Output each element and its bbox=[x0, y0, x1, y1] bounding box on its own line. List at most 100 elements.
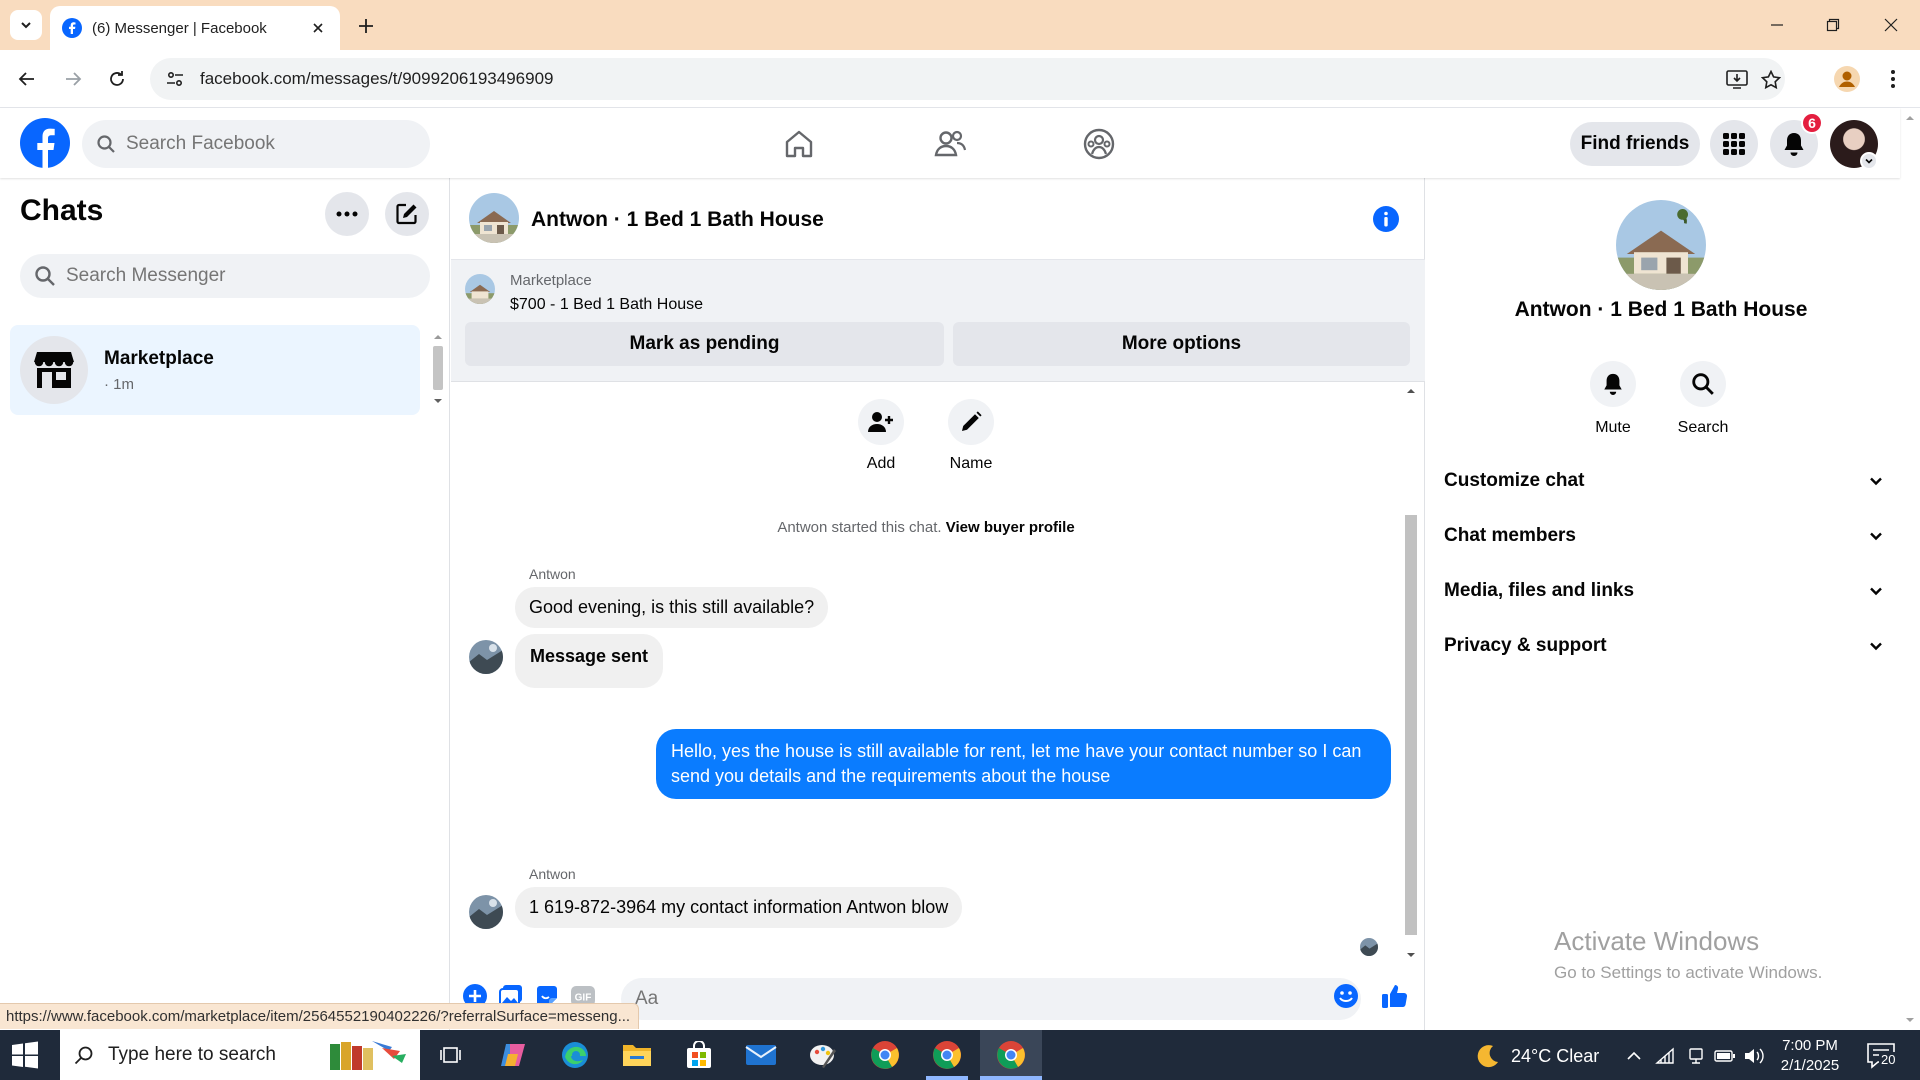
add-label: Add bbox=[866, 455, 896, 472]
close-window-button[interactable] bbox=[1876, 10, 1906, 40]
thread-scrollbar[interactable] bbox=[1402, 383, 1420, 963]
chats-scrollbar[interactable] bbox=[430, 328, 446, 410]
chat-list-item[interactable]: Marketplace · 1m bbox=[10, 325, 420, 415]
scrollbar-thumb[interactable] bbox=[1405, 515, 1417, 935]
customize-chat-section[interactable]: Customize chat bbox=[1444, 461, 1884, 501]
tray-battery[interactable] bbox=[1714, 1045, 1736, 1067]
taskbar-file-explorer[interactable] bbox=[620, 1038, 654, 1072]
taskbar-news-widget[interactable] bbox=[322, 1038, 412, 1072]
forward-button[interactable] bbox=[58, 64, 88, 94]
weather-widget[interactable]: 24°C Clear bbox=[1475, 1043, 1599, 1069]
browser-tab[interactable]: (6) Messenger | Facebook bbox=[50, 6, 340, 50]
chats-options-button[interactable] bbox=[325, 192, 369, 236]
install-app-button[interactable] bbox=[1725, 68, 1749, 92]
taskbar-mail[interactable] bbox=[744, 1038, 778, 1072]
more-horizontal-icon bbox=[336, 211, 358, 217]
edit-name-button[interactable] bbox=[948, 399, 994, 445]
scrollbar-thumb[interactable] bbox=[433, 346, 443, 390]
tray-network[interactable] bbox=[1654, 1045, 1676, 1067]
messenger-search[interactable] bbox=[20, 254, 430, 298]
menu-button[interactable] bbox=[1710, 120, 1758, 168]
section-label: Media, files and links bbox=[1444, 580, 1635, 601]
message-thread[interactable]: Add Name Antwon started this chat. View … bbox=[451, 383, 1401, 963]
nav-friends[interactable] bbox=[928, 122, 972, 166]
messenger-search-input[interactable] bbox=[66, 265, 386, 287]
message-sent-bubble[interactable]: Message sent bbox=[515, 634, 664, 688]
taskbar-paint[interactable] bbox=[806, 1038, 840, 1072]
restore-icon bbox=[1826, 18, 1840, 32]
outgoing-message-bubble[interactable]: Hello, yes the house is still available … bbox=[656, 729, 1391, 799]
tab-close-button[interactable] bbox=[308, 18, 328, 38]
windows-start-icon[interactable] bbox=[10, 1040, 40, 1070]
privacy-support-section[interactable]: Privacy & support bbox=[1444, 626, 1884, 666]
conversation-header: Antwon · 1 Bed 1 Bath House bbox=[451, 178, 1425, 260]
conversation-avatar[interactable] bbox=[469, 193, 519, 243]
tray-meet-now[interactable] bbox=[1685, 1045, 1707, 1067]
add-people-button[interactable] bbox=[858, 399, 904, 445]
facebook-search[interactable] bbox=[82, 120, 430, 168]
page-scrollbar[interactable] bbox=[1900, 108, 1920, 1030]
show-hidden-icons-button[interactable] bbox=[1623, 1045, 1645, 1067]
reload-button[interactable] bbox=[102, 64, 132, 94]
back-button[interactable] bbox=[12, 64, 42, 94]
taskbar-edge[interactable] bbox=[558, 1038, 592, 1072]
incoming-message-bubble[interactable]: 1 619-872-3964 my contact information An… bbox=[515, 887, 963, 928]
taskbar-chrome-1[interactable] bbox=[868, 1038, 902, 1072]
emoji-button[interactable] bbox=[1332, 982, 1360, 1010]
message-sender-name: Antwon bbox=[529, 866, 576, 882]
chat-info-avatar[interactable] bbox=[1616, 200, 1706, 290]
address-bar[interactable]: facebook.com/messages/t/9099206193496909 bbox=[150, 58, 1785, 100]
tab-search-button[interactable] bbox=[10, 10, 42, 40]
task-view-button[interactable] bbox=[433, 1038, 467, 1072]
nav-groups[interactable] bbox=[1077, 122, 1121, 166]
search-circle[interactable] bbox=[1680, 361, 1726, 407]
browser-menu-button[interactable] bbox=[1880, 66, 1906, 92]
sender-photo-icon bbox=[1360, 938, 1378, 956]
watermark-subtitle: Go to Settings to activate Windows. bbox=[1554, 963, 1823, 982]
new-tab-button[interactable] bbox=[352, 12, 380, 40]
chat-info-name: Antwon · 1 Bed 1 Bath House bbox=[1514, 298, 1808, 321]
minimize-window-button[interactable] bbox=[1762, 10, 1792, 40]
bookmark-button[interactable] bbox=[1759, 68, 1783, 92]
sender-avatar[interactable] bbox=[469, 895, 503, 929]
conversation-title[interactable]: Antwon · 1 Bed 1 Bath House bbox=[531, 208, 824, 232]
weather-text: 24°C Clear bbox=[1511, 1045, 1600, 1066]
info-icon[interactable] bbox=[1372, 205, 1400, 233]
listing-thumbnail[interactable] bbox=[465, 274, 495, 304]
install-icon bbox=[1726, 70, 1748, 89]
mark-as-pending-button[interactable]: Mark as pending bbox=[465, 322, 944, 366]
copilot-icon bbox=[501, 1044, 525, 1066]
site-settings-icon[interactable] bbox=[166, 70, 184, 88]
facebook-logo-icon[interactable] bbox=[20, 118, 70, 168]
taskbar-clock[interactable]: 7:00 PM 2/1/2025 bbox=[1765, 1036, 1855, 1076]
taskbar-chrome-3[interactable] bbox=[994, 1038, 1028, 1072]
media-files-links-section[interactable]: Media, files and links bbox=[1444, 571, 1884, 611]
taskbar-store[interactable] bbox=[682, 1038, 716, 1072]
more-options-button[interactable]: More options bbox=[953, 322, 1410, 366]
close-icon bbox=[1884, 18, 1898, 32]
sender-avatar[interactable] bbox=[469, 640, 503, 674]
mute-circle[interactable] bbox=[1590, 361, 1636, 407]
new-message-button[interactable] bbox=[385, 192, 429, 236]
restore-window-button[interactable] bbox=[1818, 10, 1848, 40]
nav-home[interactable] bbox=[777, 122, 821, 166]
account-menu-chevron[interactable] bbox=[1860, 152, 1878, 170]
incoming-message-bubble[interactable]: Good evening, is this still available? bbox=[515, 587, 829, 628]
view-buyer-profile-link[interactable]: View buyer profile bbox=[946, 519, 1075, 536]
taskbar-chrome-2[interactable] bbox=[930, 1038, 964, 1072]
send-like-button[interactable] bbox=[1381, 982, 1409, 1010]
find-friends-button[interactable]: Find friends bbox=[1570, 122, 1700, 166]
listing-title-price[interactable]: $700 - 1 Bed 1 Bath House bbox=[510, 296, 703, 314]
profile-icon bbox=[1834, 66, 1860, 92]
search-in-conversation-button[interactable]: Search bbox=[1658, 361, 1748, 437]
chat-started-notice: Antwon started this chat. View buyer pro… bbox=[451, 519, 1401, 536]
tray-volume[interactable] bbox=[1743, 1045, 1765, 1067]
chat-members-section[interactable]: Chat members bbox=[1444, 516, 1884, 556]
facebook-search-input[interactable] bbox=[126, 133, 406, 155]
message-input[interactable] bbox=[621, 978, 1361, 1020]
folder-icon bbox=[623, 1045, 651, 1066]
taskbar-copilot[interactable] bbox=[496, 1038, 530, 1072]
marketplace-listing-bar: Marketplace $700 - 1 Bed 1 Bath House Ma… bbox=[451, 260, 1425, 382]
profile-button[interactable] bbox=[1834, 66, 1860, 92]
mute-button[interactable]: Mute bbox=[1568, 361, 1658, 437]
